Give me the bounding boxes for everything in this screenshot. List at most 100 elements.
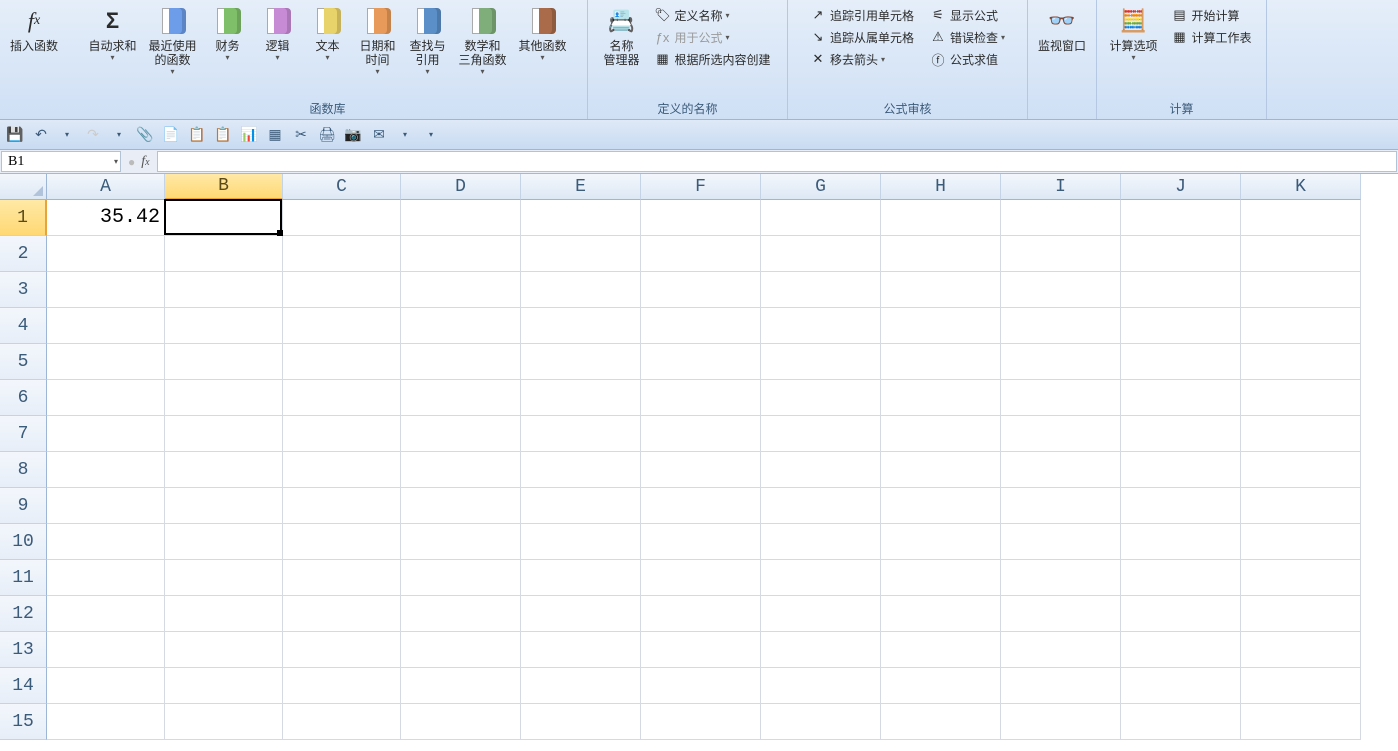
cell-A3[interactable] [47, 272, 165, 308]
cell-C5[interactable] [283, 344, 401, 380]
cell-B12[interactable] [165, 596, 283, 632]
cell-C6[interactable] [283, 380, 401, 416]
cell-I14[interactable] [1001, 668, 1121, 704]
cell-C11[interactable] [283, 560, 401, 596]
cell-A5[interactable] [47, 344, 165, 380]
cell-E14[interactable] [521, 668, 641, 704]
cell-F8[interactable] [641, 452, 761, 488]
row-header-10[interactable]: 10 [0, 524, 47, 560]
cell-G5[interactable] [761, 344, 881, 380]
cell-G13[interactable] [761, 632, 881, 668]
cell-D3[interactable] [401, 272, 521, 308]
cell-B2[interactable] [165, 236, 283, 272]
cell-E12[interactable] [521, 596, 641, 632]
cell-I12[interactable] [1001, 596, 1121, 632]
cell-F10[interactable] [641, 524, 761, 560]
cell-B15[interactable] [165, 704, 283, 740]
cell-C12[interactable] [283, 596, 401, 632]
cell-C7[interactable] [283, 416, 401, 452]
cell-A8[interactable] [47, 452, 165, 488]
cell-D5[interactable] [401, 344, 521, 380]
row-header-12[interactable]: 12 [0, 596, 47, 632]
column-header-J[interactable]: J [1121, 174, 1241, 200]
logical-button[interactable]: 逻辑 ▾ [253, 2, 303, 76]
select-all-corner[interactable] [0, 174, 47, 200]
cell-D1[interactable] [401, 200, 521, 236]
autosum-button[interactable]: Σ 自动求和 ▾ [82, 2, 142, 76]
cell-C10[interactable] [283, 524, 401, 560]
cell-G14[interactable] [761, 668, 881, 704]
cell-D7[interactable] [401, 416, 521, 452]
cell-A7[interactable] [47, 416, 165, 452]
cell-E11[interactable] [521, 560, 641, 596]
new-button[interactable]: 📄 [160, 124, 182, 146]
cell-C9[interactable] [283, 488, 401, 524]
row-header-5[interactable]: 5 [0, 344, 47, 380]
cell-K6[interactable] [1241, 380, 1361, 416]
column-header-D[interactable]: D [401, 174, 521, 200]
cell-C14[interactable] [283, 668, 401, 704]
calc-options-button[interactable]: 🧮 计算选项 ▾ [1104, 2, 1164, 76]
cell-K11[interactable] [1241, 560, 1361, 596]
cell-G2[interactable] [761, 236, 881, 272]
cell-B8[interactable] [165, 452, 283, 488]
paste-button[interactable]: 📋 [212, 124, 234, 146]
cell-I9[interactable] [1001, 488, 1121, 524]
row-header-9[interactable]: 9 [0, 488, 47, 524]
cell-A2[interactable] [47, 236, 165, 272]
remove-arrows-button[interactable]: ✕ 移去箭头 ▾ [806, 48, 918, 70]
column-header-G[interactable]: G [761, 174, 881, 200]
column-header-I[interactable]: I [1001, 174, 1121, 200]
cell-I3[interactable] [1001, 272, 1121, 308]
cell-F4[interactable] [641, 308, 761, 344]
chart-button[interactable]: 📊 [238, 124, 260, 146]
cell-J14[interactable] [1121, 668, 1241, 704]
cell-D8[interactable] [401, 452, 521, 488]
cell-E9[interactable] [521, 488, 641, 524]
row-header-15[interactable]: 15 [0, 704, 47, 740]
qat-dd-1[interactable]: ▾ [56, 124, 78, 146]
cell-B3[interactable] [165, 272, 283, 308]
cell-G7[interactable] [761, 416, 881, 452]
camera-button[interactable]: 📷 [342, 124, 364, 146]
cell-K9[interactable] [1241, 488, 1361, 524]
cell-G11[interactable] [761, 560, 881, 596]
cell-G6[interactable] [761, 380, 881, 416]
cut-button[interactable]: ✂ [290, 124, 312, 146]
cell-D15[interactable] [401, 704, 521, 740]
cell-I11[interactable] [1001, 560, 1121, 596]
cell-K14[interactable] [1241, 668, 1361, 704]
cell-I10[interactable] [1001, 524, 1121, 560]
row-header-13[interactable]: 13 [0, 632, 47, 668]
cell-B6[interactable] [165, 380, 283, 416]
text-button[interactable]: 文本 ▾ [303, 2, 353, 76]
cell-I8[interactable] [1001, 452, 1121, 488]
cell-C13[interactable] [283, 632, 401, 668]
cell-D6[interactable] [401, 380, 521, 416]
cell-H12[interactable] [881, 596, 1001, 632]
row-header-14[interactable]: 14 [0, 668, 47, 704]
cell-G3[interactable] [761, 272, 881, 308]
cell-J15[interactable] [1121, 704, 1241, 740]
cell-E15[interactable] [521, 704, 641, 740]
cell-I5[interactable] [1001, 344, 1121, 380]
cell-H13[interactable] [881, 632, 1001, 668]
cell-D14[interactable] [401, 668, 521, 704]
cell-E13[interactable] [521, 632, 641, 668]
define-name-button[interactable]: 🏷 定义名称 ▾ [651, 4, 775, 26]
cell-G4[interactable] [761, 308, 881, 344]
cell-C15[interactable] [283, 704, 401, 740]
cell-K3[interactable] [1241, 272, 1361, 308]
trace-dependents-button[interactable]: ↘ 追踪从属单元格 [806, 26, 918, 48]
column-header-K[interactable]: K [1241, 174, 1361, 200]
cell-C4[interactable] [283, 308, 401, 344]
cell-B14[interactable] [165, 668, 283, 704]
cell-I7[interactable] [1001, 416, 1121, 452]
cell-K13[interactable] [1241, 632, 1361, 668]
cell-J13[interactable] [1121, 632, 1241, 668]
cell-K5[interactable] [1241, 344, 1361, 380]
cells-area[interactable]: 35.42 [47, 200, 1398, 751]
calculate-sheet-button[interactable]: ▦ 计算工作表 [1168, 26, 1256, 48]
formula-input[interactable] [157, 151, 1397, 172]
column-header-E[interactable]: E [521, 174, 641, 200]
